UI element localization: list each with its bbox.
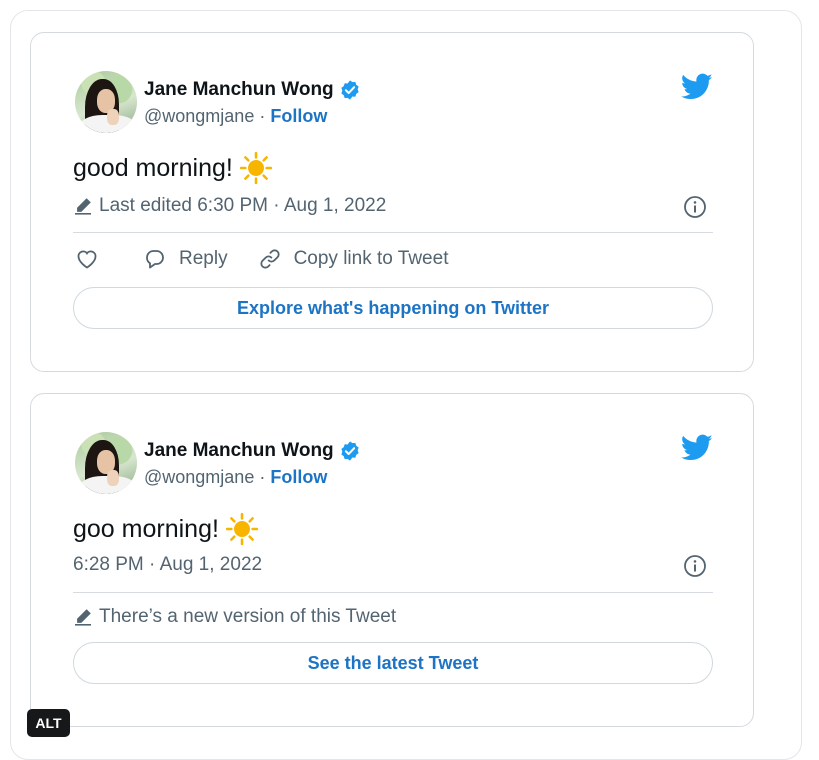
see-latest-tweet-button[interactable]: See the latest Tweet xyxy=(73,642,713,684)
author-name[interactable]: Jane Manchun Wong xyxy=(144,440,361,462)
avatar[interactable] xyxy=(75,71,137,133)
new-version-notice: There’s a new version of this Tweet xyxy=(73,606,396,628)
alt-text-badge[interactable]: ALT xyxy=(27,709,70,737)
separator: · xyxy=(254,467,271,487)
verified-badge-icon xyxy=(341,80,359,100)
notice-text: There’s a new version of this Tweet xyxy=(99,606,397,627)
meta-text[interactable]: 6:28 PM · Aug 1, 2022 xyxy=(73,554,262,576)
divider xyxy=(73,592,713,593)
sun-emoji-icon xyxy=(239,151,272,185)
meta-text[interactable]: Last edited 6:30 PM · Aug 1, 2022 xyxy=(99,195,386,217)
tweet-card-original[interactable]: Jane Manchun Wong @wongmjane · Follow go… xyxy=(30,393,754,727)
author-name[interactable]: Jane Manchun Wong xyxy=(144,79,361,101)
link-icon xyxy=(260,249,280,269)
twitter-bird-icon[interactable] xyxy=(681,434,713,462)
reply-button[interactable]: Reply xyxy=(143,247,228,271)
avatar[interactable] xyxy=(75,432,137,494)
reply-label[interactable]: Reply xyxy=(179,248,228,270)
author-handle[interactable]: @wongmjane xyxy=(144,467,254,487)
pencil-icon xyxy=(75,609,91,626)
verified-badge-icon xyxy=(341,441,359,461)
tweet-text-content: good morning! xyxy=(73,153,233,182)
tweet-text-content: goo morning! xyxy=(73,514,219,543)
author-handle[interactable]: @wongmjane xyxy=(144,106,254,126)
tweet-actions: Reply Copy link to Tweet xyxy=(75,247,478,271)
follow-link[interactable]: Follow xyxy=(270,106,327,126)
tweet-card-edited[interactable]: Jane Manchun Wong @wongmjane · Follow go… xyxy=(30,32,754,372)
separator: · xyxy=(254,106,271,126)
author-name-text[interactable]: Jane Manchun Wong xyxy=(144,79,334,101)
explore-twitter-button[interactable]: Explore what's happening on Twitter xyxy=(73,287,713,329)
tweet-text: goo morning! xyxy=(73,512,259,546)
follow-link[interactable]: Follow xyxy=(270,467,327,487)
edit-timestamp[interactable]: Last edited 6:30 PM · Aug 1, 2022 xyxy=(73,195,386,217)
twitter-bird-icon[interactable] xyxy=(681,73,713,101)
info-icon[interactable] xyxy=(683,195,707,219)
copy-link-button[interactable]: Copy link to Tweet xyxy=(258,247,449,271)
pencil-icon xyxy=(75,198,91,215)
copy-link-label[interactable]: Copy link to Tweet xyxy=(294,248,449,270)
timestamp[interactable]: 6:28 PM · Aug 1, 2022 xyxy=(73,554,262,576)
sun-emoji-icon xyxy=(225,512,259,546)
like-button[interactable] xyxy=(75,247,99,271)
author-name-text[interactable]: Jane Manchun Wong xyxy=(144,440,334,462)
reply-bubble-icon xyxy=(146,250,164,269)
tweet-text: good morning! xyxy=(73,151,273,185)
handle-row: @wongmjane · Follow xyxy=(144,467,327,488)
divider xyxy=(73,232,713,233)
handle-row: @wongmjane · Follow xyxy=(144,106,327,127)
heart-icon xyxy=(77,250,97,269)
info-icon[interactable] xyxy=(683,554,707,578)
